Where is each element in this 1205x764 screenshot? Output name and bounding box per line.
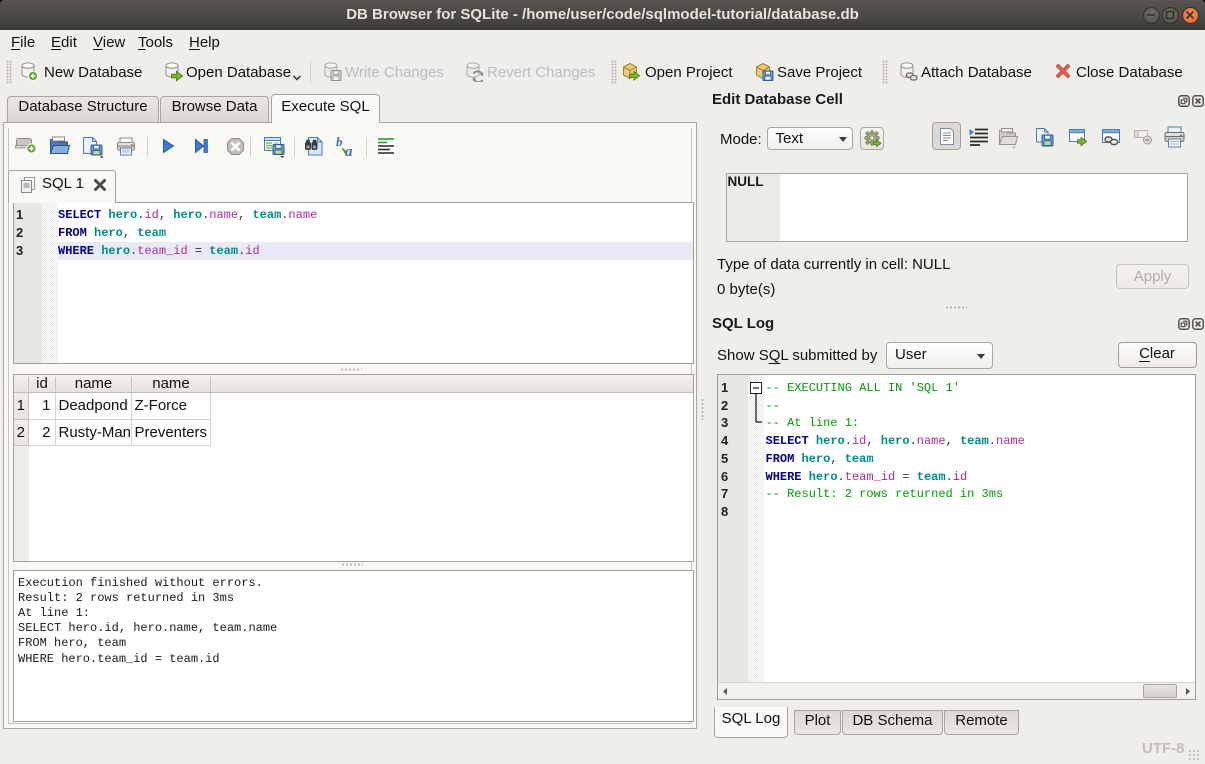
svg-text:b: b bbox=[336, 135, 343, 149]
